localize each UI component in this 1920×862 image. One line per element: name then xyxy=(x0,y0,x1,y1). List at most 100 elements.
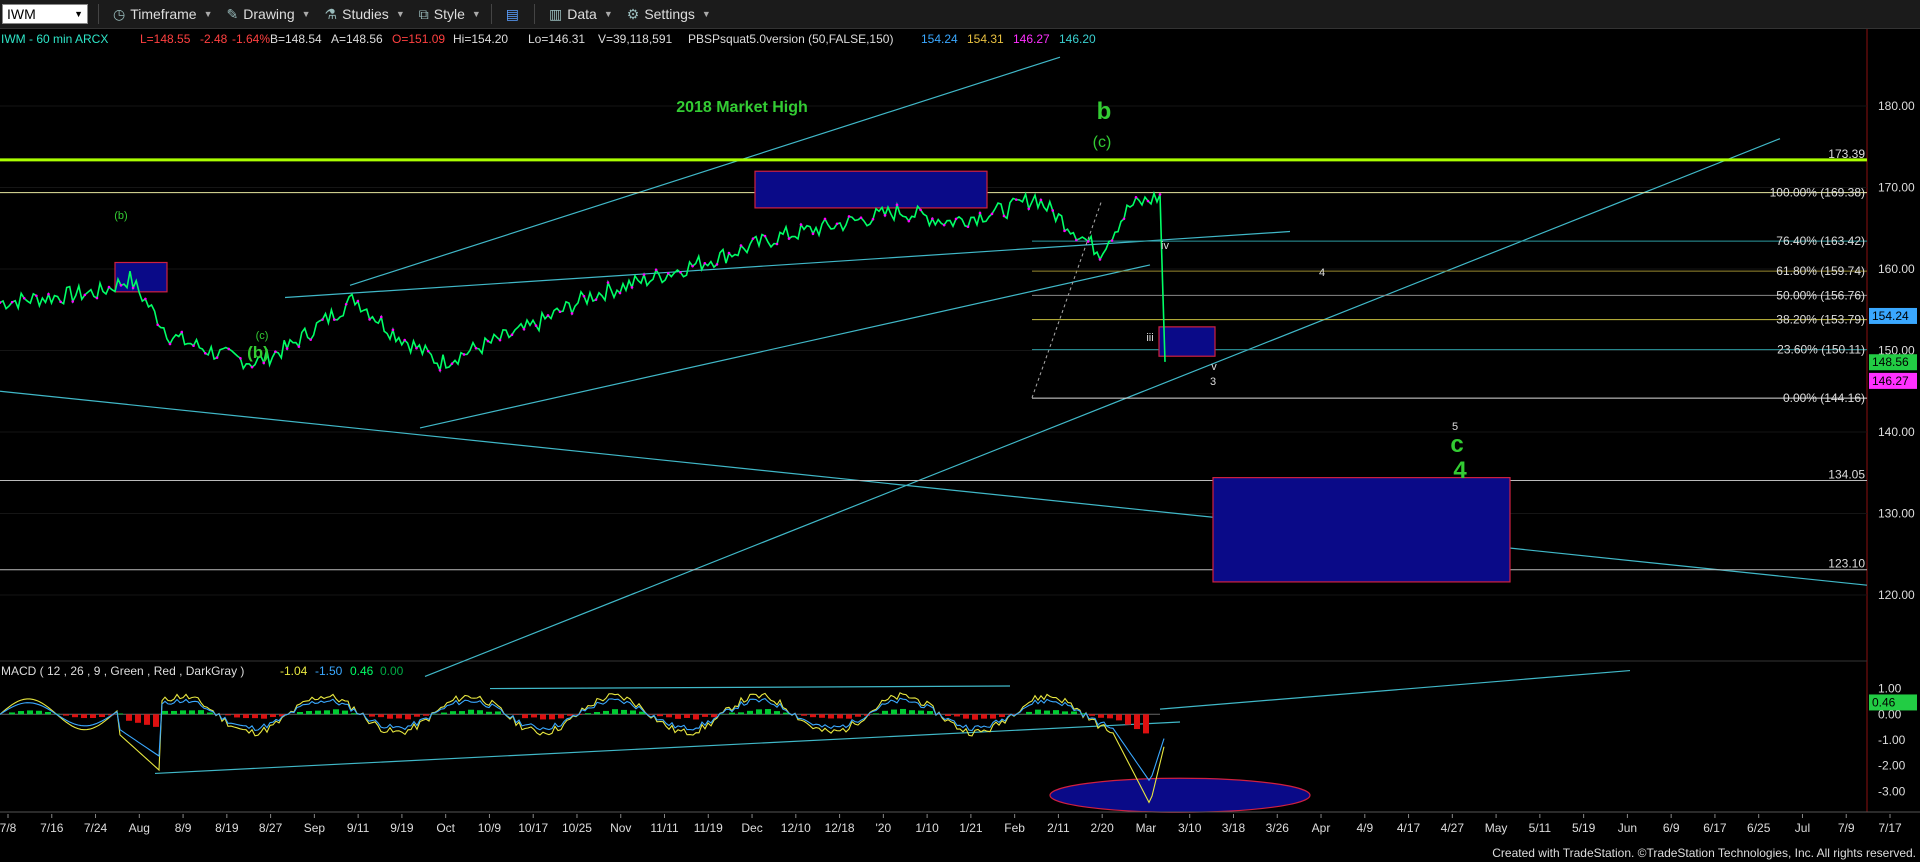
flask-icon: ⚗ xyxy=(324,5,338,22)
macd-histogram-bar xyxy=(495,711,501,715)
header-high: Hi=154.20 xyxy=(453,32,508,46)
header-low: Lo=146.31 xyxy=(528,32,585,46)
price-bar-dot xyxy=(95,296,99,300)
macd-histogram-bar xyxy=(234,714,240,718)
data-menu[interactable]: ▥ Data ▼ xyxy=(549,6,613,23)
studies-menu[interactable]: ⚗ Studies ▼ xyxy=(325,6,405,23)
price-bar-dot xyxy=(203,351,207,355)
fib-level-label: 76.40% (163.42) xyxy=(1776,234,1865,248)
price-bar-dot xyxy=(1075,238,1078,242)
macd-histogram-bar xyxy=(63,714,69,716)
macd-histogram-bar xyxy=(9,712,15,715)
price-bar-dot xyxy=(582,294,586,298)
macd-histogram-bar xyxy=(477,710,483,715)
macd-histogram-bar xyxy=(189,710,195,715)
macd-tick-label: -2.00 xyxy=(1878,759,1906,773)
macd-histogram-bar xyxy=(441,712,447,715)
price-bar-dot xyxy=(1014,198,1018,201)
timeframe-menu[interactable]: ◷ Timeframe ▼ xyxy=(113,6,213,23)
macd-histogram-bar xyxy=(369,714,375,717)
x-tick-label: 12/10 xyxy=(781,821,811,835)
macd-histogram-bar xyxy=(1044,710,1050,715)
macd-histogram-bar xyxy=(135,714,141,723)
macd-histogram-bar xyxy=(450,711,456,715)
target-box xyxy=(1158,326,1216,357)
macd-histogram-bar xyxy=(711,714,717,718)
price-bar-dot xyxy=(666,272,670,275)
caret-icon: ▼ xyxy=(701,9,711,19)
copyright-footer: Created with TradeStation. ©TradeStation… xyxy=(1492,846,1916,860)
header-v2: 154.31 xyxy=(967,32,1004,46)
x-tick-label: Oct xyxy=(436,821,455,835)
price-bar-dot xyxy=(227,347,231,351)
drawing-menu[interactable]: ✎ Drawing ▼ xyxy=(227,6,311,23)
macd-histogram-bar xyxy=(225,714,231,716)
macd-histogram-bar xyxy=(747,710,753,715)
x-tick-label: 5/11 xyxy=(1529,821,1552,835)
price-bar-dot xyxy=(1122,217,1126,221)
macd-tag-label: 0.46 xyxy=(1872,695,1896,709)
macd-histogram-bar xyxy=(207,712,213,715)
macd-histogram-bar xyxy=(1062,711,1068,715)
x-tick-label: 9/19 xyxy=(390,821,414,835)
macd-histogram-bar xyxy=(459,711,465,715)
price-bar-dot xyxy=(966,225,970,229)
fib-level-label: 38.20% (153.79) xyxy=(1776,313,1865,327)
price-bar-dot xyxy=(823,217,827,221)
macd-histogram-bar xyxy=(81,714,87,719)
price-bar-dot xyxy=(333,318,336,321)
price-tag-label: 154.24 xyxy=(1872,309,1909,323)
wave-label: 2018 Market High xyxy=(676,99,808,116)
price-bar-dot xyxy=(71,300,75,303)
fib-level-label: 100.00% (169.38) xyxy=(1770,186,1865,200)
x-tick-label: 11/19 xyxy=(694,821,723,835)
price-bar-dot xyxy=(274,350,277,353)
drawing-label: Drawing xyxy=(243,6,295,22)
macd-histogram-bar xyxy=(702,714,708,717)
macd-histogram-bar xyxy=(270,714,276,718)
x-tick-label: 2/11 xyxy=(1047,821,1070,835)
header-study: PBSPsquat5.0version (50,FALSE,150) xyxy=(688,32,893,46)
price-bar-dot xyxy=(954,217,958,221)
x-tick-label: 10/17 xyxy=(518,821,548,835)
x-tick-label: Aug xyxy=(129,821,150,835)
bar-chart-icon: ▥ xyxy=(549,5,563,22)
style-icon: ⧉ xyxy=(418,5,429,22)
macd-histogram-bar xyxy=(558,714,564,719)
price-bar-dot xyxy=(1063,229,1066,233)
level-123-label: 123.10 xyxy=(1828,557,1865,571)
price-bar-dot xyxy=(1051,209,1055,212)
x-tick-label: '20 xyxy=(876,821,892,835)
symbol-input[interactable]: IWM ▼ xyxy=(2,4,88,24)
x-tick-label: 8/9 xyxy=(175,821,192,835)
style-menu[interactable]: ⧉ Style ▼ xyxy=(419,6,481,23)
layout-button[interactable]: ▤ xyxy=(506,6,524,23)
price-bar-dot xyxy=(606,281,610,284)
pencil-icon: ✎ xyxy=(226,5,239,22)
price-bar-dot xyxy=(180,330,184,334)
macd-histogram-bar xyxy=(990,714,996,719)
price-bar-dot xyxy=(438,369,442,372)
macd-histogram-bar xyxy=(900,708,906,715)
settings-menu[interactable]: ⚙ Settings ▼ xyxy=(627,6,711,23)
caret-icon: ▼ xyxy=(203,9,213,19)
price-tick-label: 180.00 xyxy=(1878,99,1915,113)
price-bar-dot xyxy=(727,251,731,255)
macd-histogram-bar xyxy=(675,714,681,719)
price-bar-dot xyxy=(1098,258,1102,261)
wave-label: (c) xyxy=(256,330,269,342)
macd-histogram-bar xyxy=(1107,714,1113,719)
macd-histogram-bar xyxy=(1134,714,1140,730)
x-tick-label: 10/25 xyxy=(562,821,592,835)
x-tick-label: 12/18 xyxy=(825,821,855,835)
price-bar-dot xyxy=(739,244,743,247)
price-bar-dot xyxy=(1134,196,1138,199)
chart-background xyxy=(0,29,1920,862)
price-chart[interactable]: IWM - 60 min ARCX L=148.55 -2.48 -1.64% … xyxy=(0,29,1920,862)
header-v3: 146.27 xyxy=(1013,32,1050,46)
wave-label: iii xyxy=(1146,332,1153,344)
macd-histogram-bar xyxy=(684,714,690,718)
macd-histogram-bar xyxy=(252,714,258,719)
macd-histogram-bar xyxy=(1035,709,1041,715)
market-high-price-label: 173.39 xyxy=(1828,147,1865,161)
